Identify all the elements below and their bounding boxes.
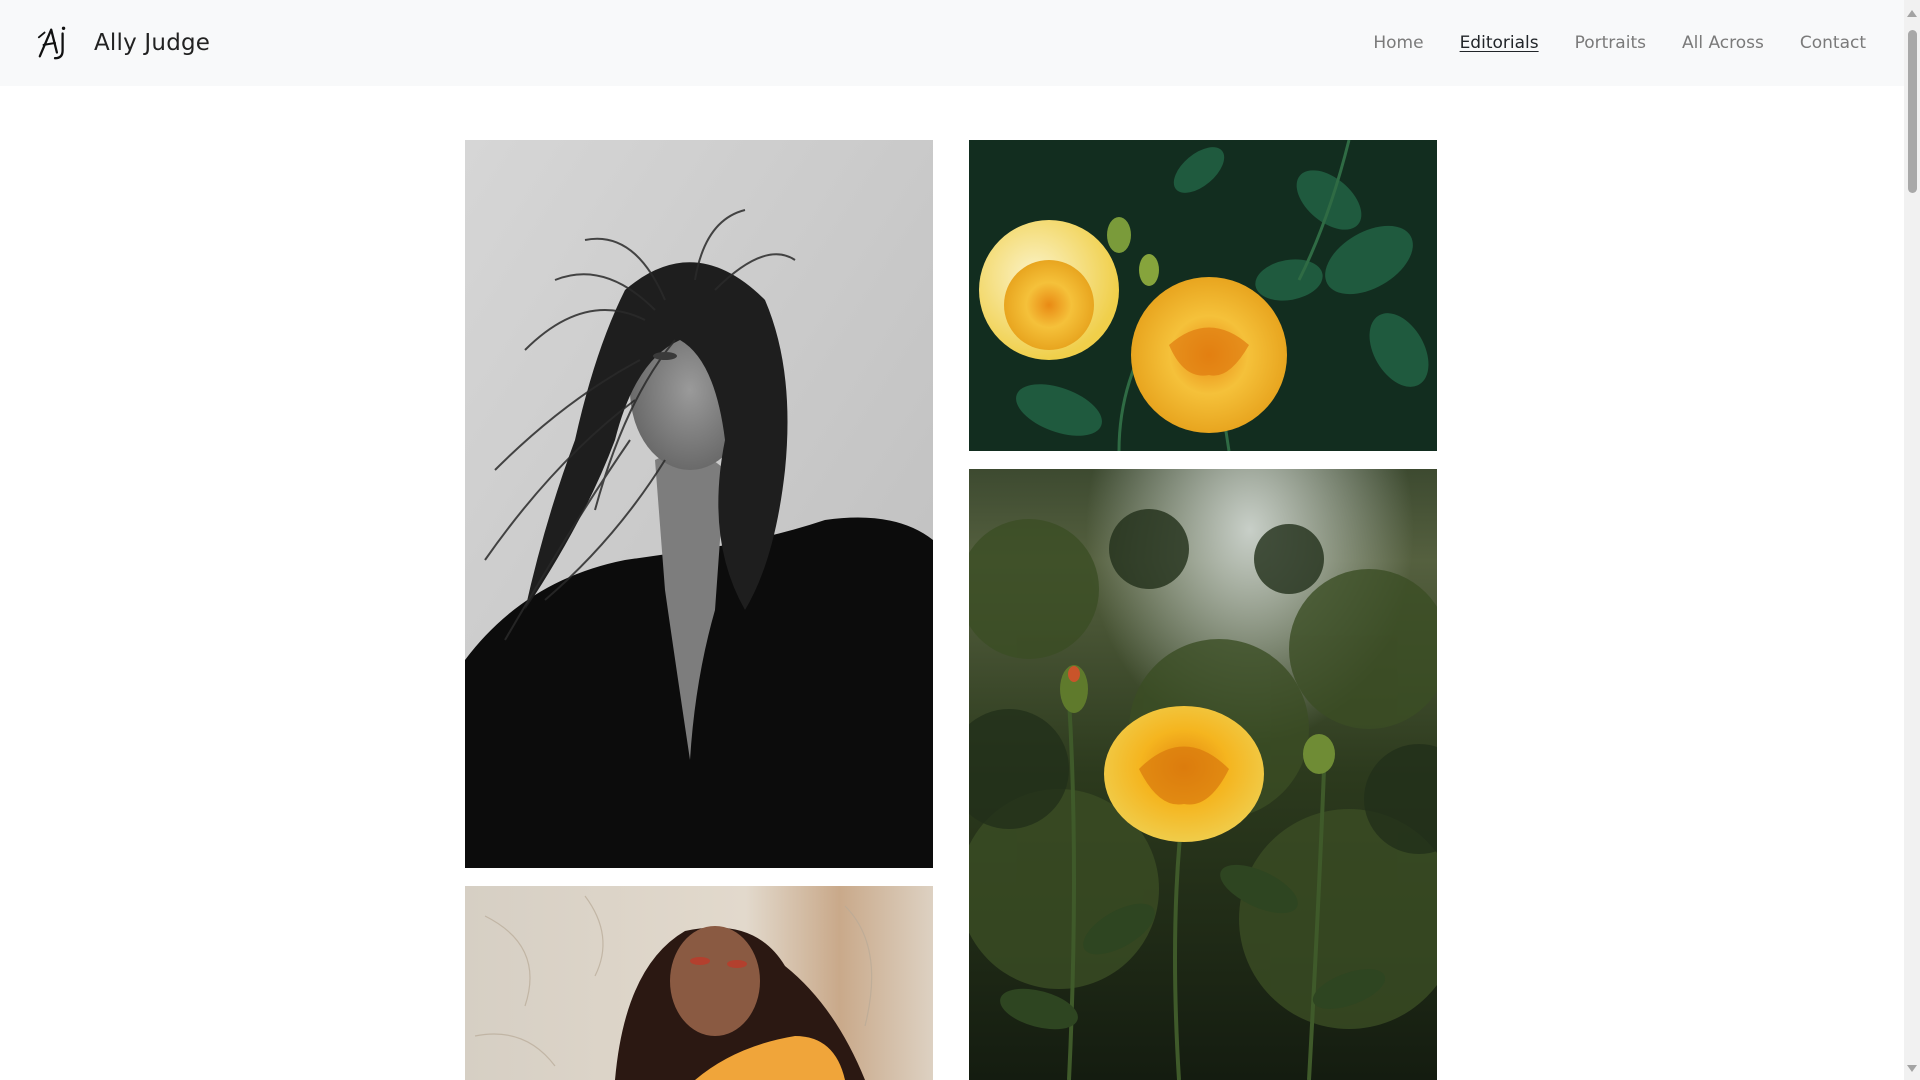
rose-garden-image (969, 469, 1437, 1080)
main-nav: Home Editorials Portraits All Across Con… (1337, 0, 1866, 86)
photo-bw-portrait-wind-hair[interactable] (465, 140, 933, 868)
nav-item-editorials[interactable]: Editorials (1460, 33, 1539, 53)
page-scrollbar[interactable] (1904, 0, 1920, 1080)
scroll-down-arrow-icon[interactable] (1907, 1065, 1917, 1072)
nav-item-portraits[interactable]: Portraits (1575, 33, 1646, 53)
nav-item-home[interactable]: Home (1373, 33, 1423, 53)
scroll-thumb[interactable] (1908, 30, 1917, 193)
woman-orange-image (465, 886, 933, 1080)
page: Ally Judge Home Editorials Portraits All… (0, 0, 1920, 1080)
bw-portrait-image (465, 140, 933, 868)
yellow-roses-image (969, 140, 1437, 451)
scroll-up-arrow-icon[interactable] (1907, 10, 1917, 17)
photo-yellow-roses-pair[interactable] (969, 140, 1437, 451)
nav-item-contact[interactable]: Contact (1800, 33, 1866, 53)
brand-name[interactable]: Ally Judge (94, 30, 210, 56)
nav-item-all-across[interactable]: All Across (1682, 33, 1764, 53)
site-header: Ally Judge Home Editorials Portraits All… (0, 0, 1904, 86)
photo-yellow-rose-garden[interactable] (969, 469, 1437, 1080)
aj-logo-icon[interactable] (36, 24, 74, 62)
photo-woman-orange-top[interactable] (465, 886, 933, 1080)
brand[interactable]: Ally Judge (36, 20, 210, 66)
